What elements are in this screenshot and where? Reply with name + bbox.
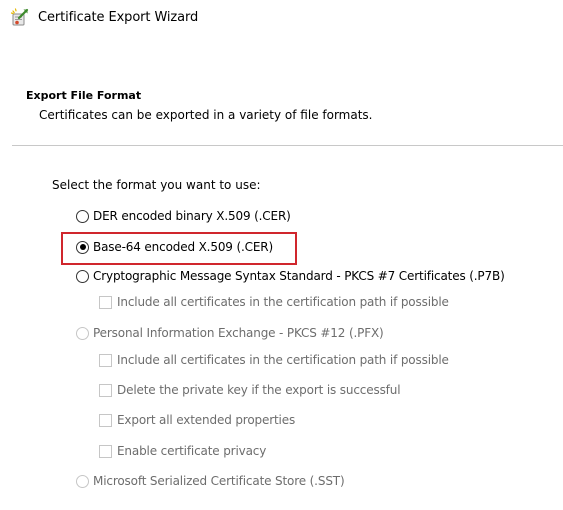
radio-option-der[interactable]: DER encoded binary X.509 (.CER) (76, 209, 291, 223)
radio-button[interactable] (76, 209, 89, 223)
checkbox[interactable] (99, 444, 112, 458)
checkbox-pfx-delete-key[interactable]: Delete the private key if the export is … (99, 383, 401, 397)
checkbox-pfx-include-path[interactable]: Include all certificates in the certific… (99, 353, 449, 367)
checkbox-label: Include all certificates in the certific… (117, 295, 449, 309)
checkbox[interactable] (99, 353, 112, 367)
checkbox-pfx-enable-privacy[interactable]: Enable certificate privacy (99, 444, 266, 458)
checkbox-pkcs7-include-path[interactable]: Include all certificates in the certific… (99, 295, 449, 309)
radio-label: Personal Information Exchange - PKCS #12… (93, 326, 384, 340)
radio-option-sst[interactable]: Microsoft Serialized Certificate Store (… (76, 474, 345, 488)
checkbox[interactable] (99, 295, 112, 309)
title-bar: Certificate Export Wizard (10, 6, 198, 28)
page-description: Certificates can be exported in a variet… (39, 108, 373, 122)
certificate-export-wizard: Certificate Export Wizard Export File Fo… (0, 0, 563, 510)
checkbox-label: Enable certificate privacy (117, 444, 267, 458)
checkbox-label: Include all certificates in the certific… (117, 353, 449, 367)
radio-option-pkcs7[interactable]: Cryptographic Message Syntax Standard - … (76, 269, 505, 283)
radio-label: DER encoded binary X.509 (.CER) (93, 209, 291, 223)
checkbox-pfx-export-properties[interactable]: Export all extended properties (99, 413, 295, 427)
radio-button[interactable] (76, 326, 89, 340)
checkbox-label: Export all extended properties (117, 413, 296, 427)
header-divider (12, 145, 563, 146)
radio-button[interactable] (76, 474, 89, 488)
radio-label: Cryptographic Message Syntax Standard - … (93, 269, 505, 283)
checkbox[interactable] (99, 383, 112, 397)
format-prompt: Select the format you want to use: (52, 178, 261, 192)
highlight-box (61, 232, 297, 265)
radio-label: Microsoft Serialized Certificate Store (… (93, 474, 345, 488)
page-title: Export File Format (26, 89, 142, 102)
checkbox-label: Delete the private key if the export is … (117, 383, 401, 397)
radio-button[interactable] (76, 269, 89, 283)
window-title: Certificate Export Wizard (38, 9, 199, 25)
checkbox[interactable] (99, 413, 112, 427)
radio-option-pfx[interactable]: Personal Information Exchange - PKCS #12… (76, 326, 384, 340)
certificate-wizard-icon (10, 8, 29, 26)
